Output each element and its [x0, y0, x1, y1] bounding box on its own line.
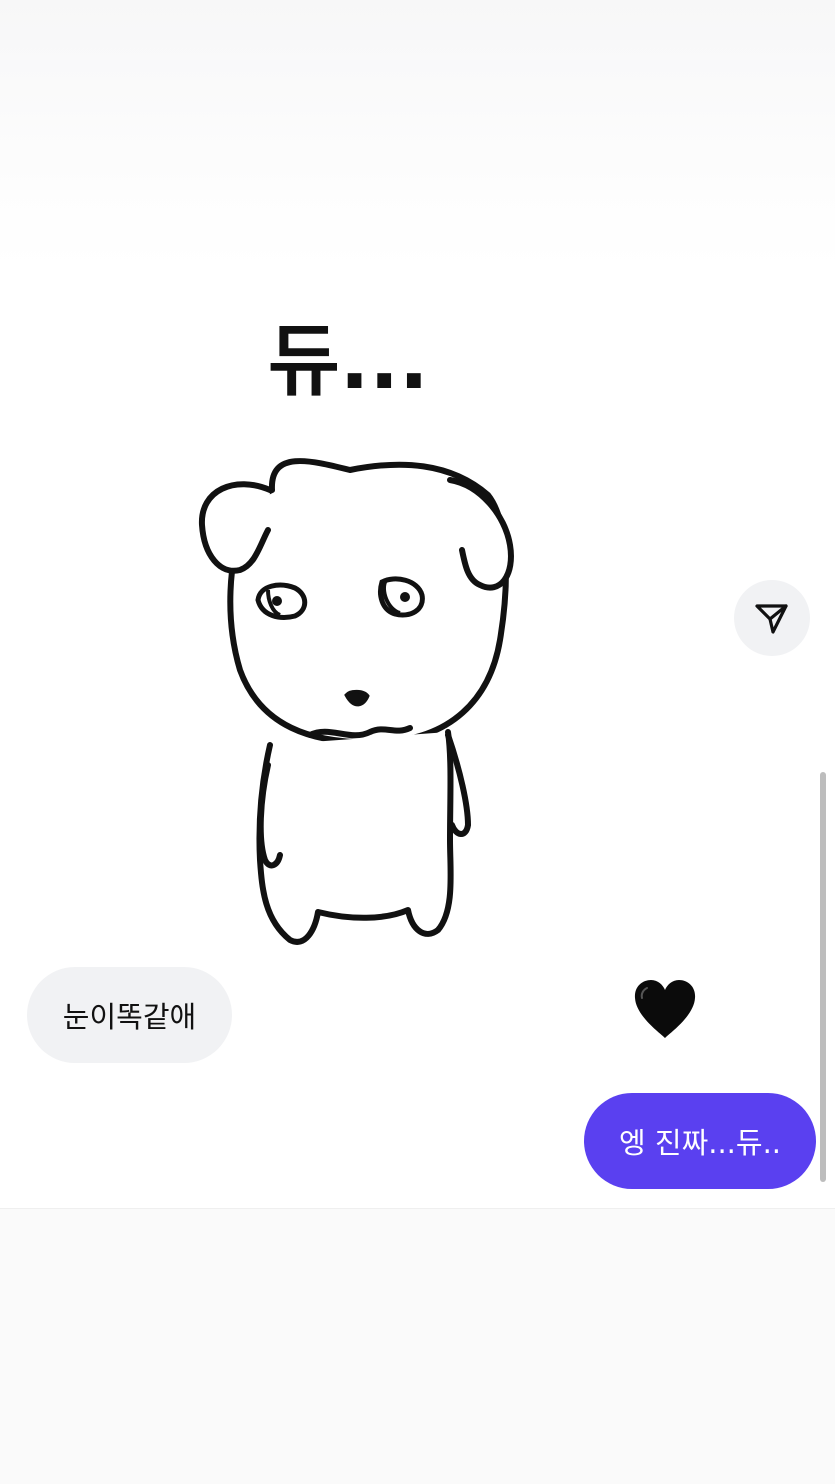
- sent-message-text: 엥 진짜...듀..: [618, 1126, 782, 1160]
- received-message-text: 눈이똑같애: [62, 1000, 197, 1034]
- composer-area: [0, 1208, 835, 1484]
- previous-content-fade: [0, 0, 835, 270]
- share-button[interactable]: [734, 580, 810, 656]
- sent-message-bubble[interactable]: 엥 진짜...듀..: [584, 1093, 816, 1189]
- black-heart-icon: [634, 980, 696, 1038]
- sticker-text: 듀...: [268, 317, 429, 407]
- puppy-drawing-icon: 듀...: [198, 317, 514, 945]
- sticker-image[interactable]: 듀...: [150, 280, 710, 960]
- send-arrow-icon: [755, 604, 788, 634]
- chat-screen: 듀... 눈이똑같애 엥 진짜...듀..: [0, 0, 835, 1484]
- scrollbar[interactable]: [820, 772, 826, 1182]
- received-message-bubble[interactable]: 눈이똑같애: [27, 967, 232, 1063]
- black-heart-reaction[interactable]: [632, 978, 698, 1042]
